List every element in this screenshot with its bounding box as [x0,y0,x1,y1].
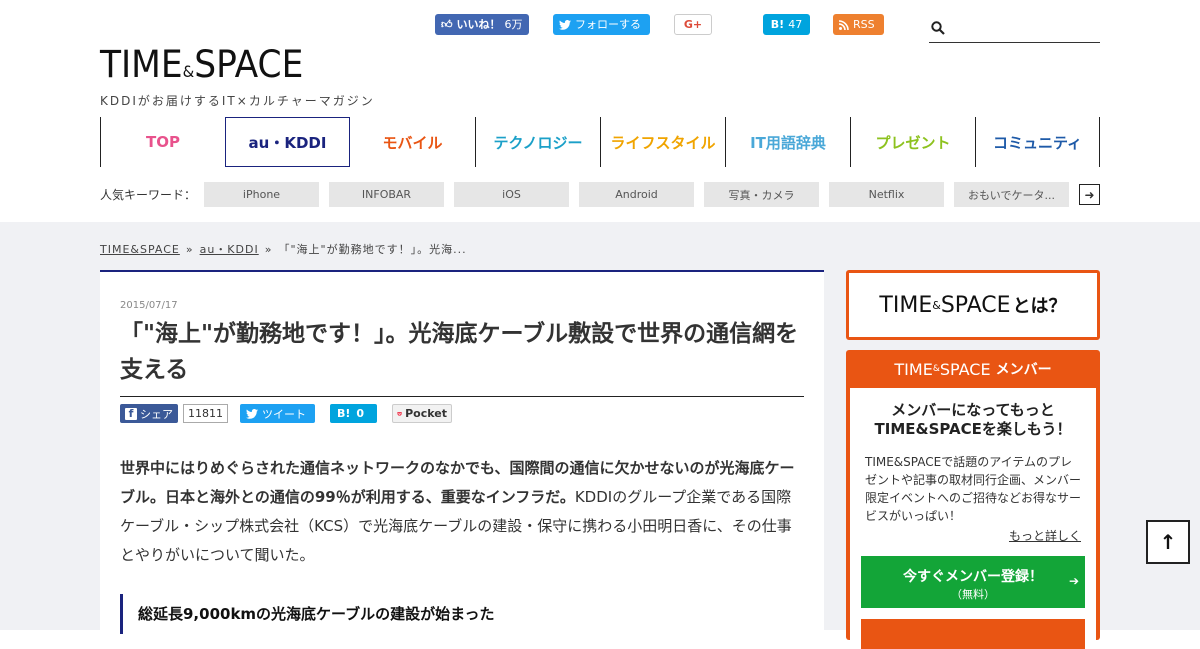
section-heading: 総延長9,000kmの光海底ケーブルの建設が始まった [120,594,804,634]
about-suffix: とは？ [1012,296,1067,317]
twitter-follow-button[interactable]: フォローする [553,14,650,35]
nav-item-community[interactable]: コミュニティ [975,117,1100,167]
nav-item-top[interactable]: TOP [100,117,225,167]
breadcrumb-separator: » [185,243,194,256]
member-head-amp: & [932,364,940,374]
site-logo[interactable]: TIME&SPACE KDDIがお届けするIT×カルチャーマガジン [100,44,375,109]
keywords-label: 人気キーワード： [100,188,197,202]
article: 2015/07/17 「"海上"が勤務地です！」。光海底ケーブル敷設で世界の通信… [100,270,824,634]
member-body: メンバーになってもっと TIME&SPACEを楽しもう！ TIME&SPACEで… [850,388,1096,649]
register-sub-label: （無料） [951,588,995,601]
main-nav: TOP au・KDDI モバイル テクノロジー ライフスタイル IT用語辞典 プ… [100,117,1100,167]
breadcrumb-current: 「"海上"が勤務地です！」。光海... [278,243,467,256]
logo-tagline: KDDIがお届けするIT×カルチャーマガジン [100,94,375,108]
breadcrumb-separator: » [264,243,273,256]
nav-item-present[interactable]: プレゼント [850,117,975,167]
facebook-like-button[interactable]: 👍︎ いいね！ 6万 [435,14,529,35]
hatena-share-count: 0 [356,407,365,420]
google-plus-button[interactable]: G+ [674,14,712,35]
article-date: 2015/07/17 [120,300,178,311]
keyword-ios[interactable]: iOS [454,182,569,207]
keyword-iphone[interactable]: iPhone [204,182,319,207]
facebook-share-button[interactable]: f シェア [120,404,178,423]
breadcrumb-home[interactable]: TIME&SPACE [100,243,180,256]
popular-keywords: 人気キーワード： iPhone INFOBAR iOS Android 写真・カ… [100,182,1100,207]
keyword-android[interactable]: Android [579,182,694,207]
member-catch-line2: TIME&SPACEを楽しもう！ [874,420,1072,438]
logo-time: TIME [100,43,183,86]
logo-amp: & [182,62,195,81]
article-title: 「"海上"が勤務地です！」。光海底ケーブル敷設で世界の通信網を支える [120,316,804,397]
facebook-icon: f [125,407,137,420]
nav-item-au-kddi[interactable]: au・KDDI [225,117,350,167]
about-amp: & [932,298,941,312]
keyword-omoide[interactable]: おもいでケータ... [954,182,1069,207]
fb-like-label: いいね！ [456,18,501,31]
member-catch-line1: メンバーになってもっと [891,401,1055,419]
fb-share-label: シェア [140,407,173,421]
pocket-button[interactable]: Pocket [392,404,452,423]
pocket-icon [397,411,402,416]
breadcrumb: TIME&SPACE » au・KDDI » 「"海上"が勤務地です！」。光海... [100,241,467,257]
keyword-infobar[interactable]: INFOBAR [329,182,444,207]
keyword-camera[interactable]: 写真・カメラ [704,182,819,207]
about-banner[interactable]: TIME & SPACE とは？ [846,270,1100,340]
search-input[interactable] [949,16,1094,40]
hatena-bookmark-button[interactable]: B! 47 [763,14,810,35]
search-box [929,14,1100,43]
twitter-follow-label: フォローする [575,18,641,31]
member-register-button[interactable]: 今すぐメンバー登録！ （無料） ➔ [861,556,1085,608]
tweet-label: ツイート [262,407,306,421]
logo-wordmark: TIME&SPACE [100,44,355,93]
register-label: 今すぐメンバー登録！ [903,569,1043,585]
nav-item-technology[interactable]: テクノロジー [475,117,600,167]
hatena-icon: B! [337,407,351,420]
logo-space: SPACE [194,43,304,86]
member-catchcopy: メンバーになってもっと TIME&SPACEを楽しもう！ [850,401,1096,439]
breadcrumb-category[interactable]: au・KDDI [200,243,259,256]
pocket-label: Pocket [405,407,447,420]
member-description: TIME&SPACEで話題のアイテムのプレゼントや記事の取材同行企画、メンバー限… [865,455,1082,523]
arrow-right-icon: ➔ [1068,574,1079,588]
scroll-to-top-button[interactable]: ↑ [1146,520,1190,564]
search-icon[interactable] [931,21,945,35]
nav-item-it-glossary[interactable]: IT用語辞典 [725,117,850,167]
nav-item-mobile[interactable]: モバイル [350,117,475,167]
twitter-bird-icon [559,19,571,30]
about-time: TIME [879,292,933,318]
member-head-suffix: メンバー [995,362,1052,378]
hatena-count: 47 [788,18,803,31]
gplus-icon: G+ [683,18,703,31]
rss-button[interactable]: RSS [833,14,884,35]
member-more-link[interactable]: もっと詳しく [850,527,1081,544]
fb-like-count: 6万 [504,18,523,31]
twitter-bird-icon [246,408,258,419]
article-lead: 世界中にはりめぐらされた通信ネットワークのなかでも、国際間の通信に欠かせないのが… [120,454,804,570]
member-head-space: SPACE [939,359,991,379]
member-secondary-button[interactable] [861,619,1085,649]
twitter-tweet-button[interactable]: ツイート [240,404,315,423]
nav-item-lifestyle[interactable]: ライフスタイル [600,117,725,167]
member-box: TIME & SPACE メンバー メンバーになってもっと TIME&SPACEを楽し… [846,350,1100,649]
member-heading: TIME & SPACE メンバー [846,350,1100,388]
hatena-icon: B! [770,18,785,31]
thumbs-up-icon: 👍︎ [441,18,453,31]
keywords-next-button[interactable]: ➜ [1079,184,1100,205]
site-header: 👍︎ いいね！ 6万 フォローする G+ B! 47 RSS TIME&SPAC… [0,0,1200,222]
hatena-share-button[interactable]: B! 0 [330,404,377,423]
share-facebook[interactable]: f シェア 11811 [120,404,228,423]
rss-icon [839,19,849,30]
fb-share-count: 11811 [183,404,228,423]
keyword-netflix[interactable]: Netflix [829,182,944,207]
about-space: SPACE [940,292,1011,318]
rss-label: RSS [853,18,875,31]
member-head-time: TIME [894,359,933,379]
